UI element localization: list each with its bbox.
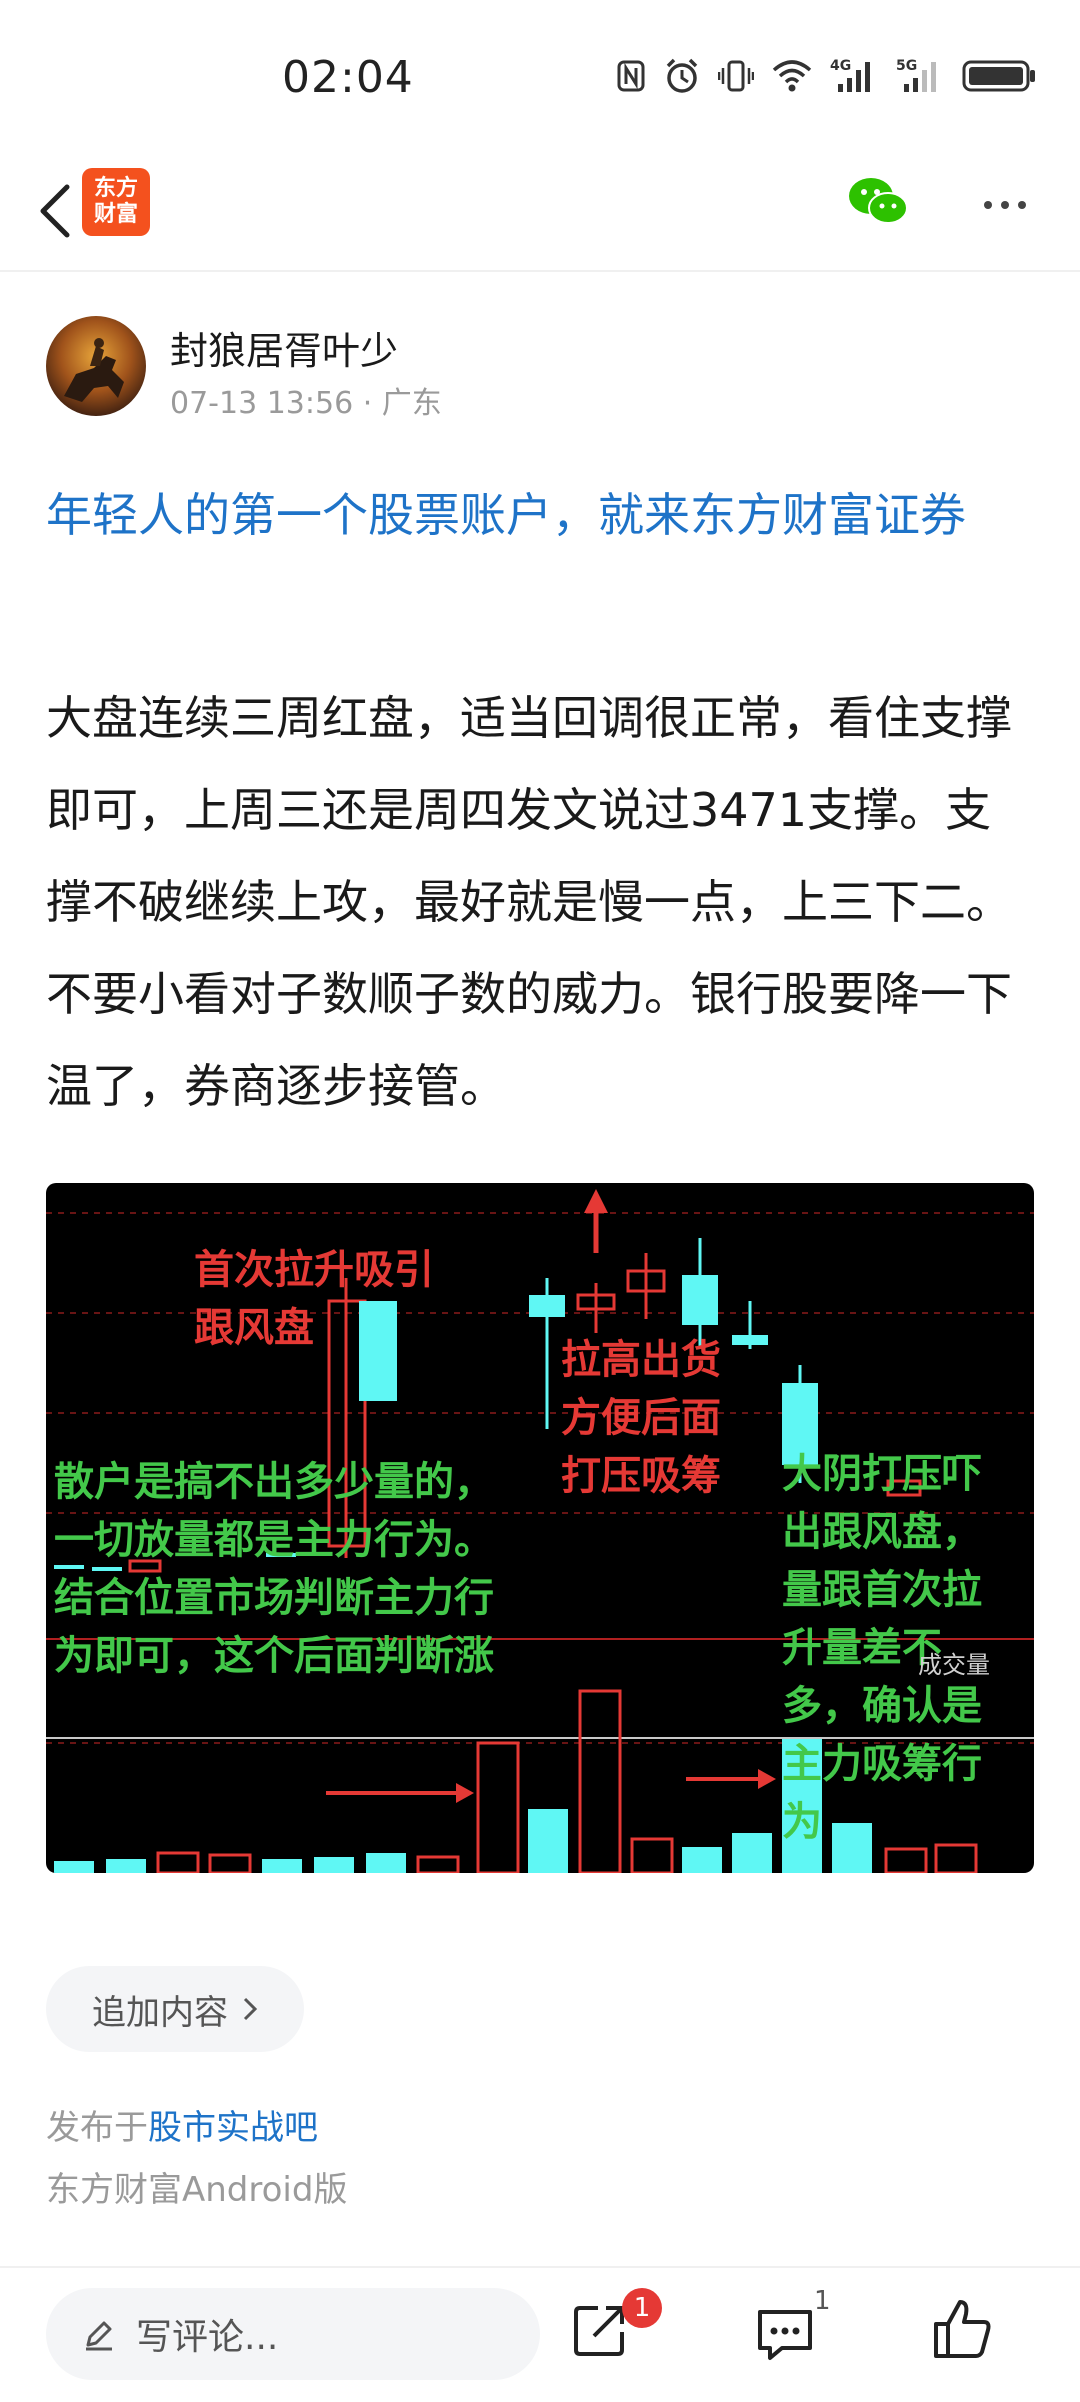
share-badge: 1 [622, 2288, 662, 2328]
nav-bar: 东方 财富 [0, 160, 1080, 272]
signal-4g-icon: 4G [830, 56, 878, 96]
more-dot-icon [1018, 201, 1026, 209]
chevron-left-icon [40, 184, 70, 238]
forum-link[interactable]: 股市实战吧 [148, 2108, 318, 2148]
published-prefix: 发布于 [46, 2108, 148, 2148]
horse-rider-image [64, 338, 124, 402]
signal-5g-icon: 5G [896, 56, 944, 96]
alarm-icon [664, 56, 700, 96]
bottom-action-bar: 写评论... 1 1 [0, 2266, 1080, 2402]
volume-label: 成交量 [918, 1651, 990, 1679]
pencil-icon [86, 2321, 112, 2351]
svg-text:4G: 4G [830, 58, 851, 74]
comment-placeholder: 写评论... [136, 2317, 279, 2358]
status-bar: 02:04 4G 5G [0, 0, 1080, 160]
wifi-icon [772, 56, 812, 96]
comment-icon [758, 2310, 812, 2360]
post-image-chart[interactable]: 首次拉升吸引 跟风盘 拉高出货 方便后面 打压吸筹 散户是搞不出多少量的， 一切… [46, 1183, 1034, 1873]
append-content-label: 追加内容 [92, 1992, 228, 2033]
comment-count: 1 [814, 2286, 831, 2316]
chevron-right-icon [243, 1997, 258, 2021]
back-button[interactable] [20, 168, 90, 254]
post-body: 大盘连续三周红盘，适当回调很正常，看住支撑即可，上周三还是周四发文说过3471支… [46, 691, 1012, 1113]
comment-input[interactable]: 写评论... [46, 2288, 540, 2380]
thumbs-up-icon [934, 2300, 991, 2358]
app-logo-line2: 财富 [93, 202, 138, 227]
more-options-button[interactable] [970, 180, 1040, 230]
more-dot-icon [984, 201, 992, 209]
post-meta: 07-13 13:56 · 广东 [170, 386, 442, 421]
nfc-icon [616, 56, 646, 96]
client-source: 东方财富Android版 [46, 2170, 348, 2210]
like-button[interactable] [928, 2294, 998, 2364]
app-logo[interactable]: 东方 财富 [82, 168, 150, 236]
author-row: 封狼居胥叶少 07-13 13:56 · 广东 [46, 316, 1046, 426]
status-icons: 4G 5G [616, 56, 1038, 96]
published-in: 发布于股市实战吧 [46, 2100, 318, 2149]
battery-icon [962, 56, 1038, 96]
annotation-pull-high: 拉高出货 方便后面 打压吸筹 [561, 1337, 721, 1499]
more-dot-icon [1001, 201, 1009, 209]
annotation-first-pull: 首次拉升吸引 跟风盘 [194, 1247, 434, 1351]
wechat-icon [849, 178, 908, 224]
promo-link[interactable]: 年轻人的第一个股票账户，就来东方财富证券 [46, 476, 1036, 554]
wechat-share-button[interactable] [846, 170, 910, 234]
author-name[interactable]: 封狼居胥叶少 [170, 320, 398, 375]
app-logo-line1: 东方 [93, 176, 138, 201]
avatar[interactable] [46, 316, 146, 416]
svg-text:5G: 5G [896, 58, 917, 74]
comments-button[interactable] [752, 2300, 818, 2366]
annotation-retail: 散户是搞不出多少量的， 一切放量都是主力行为。 结合位置市场判断主力行 为即可，… [54, 1459, 494, 1679]
vibrate-icon [718, 56, 754, 96]
append-content-button[interactable]: 追加内容 [46, 1966, 304, 2052]
status-time: 02:04 [282, 52, 414, 103]
